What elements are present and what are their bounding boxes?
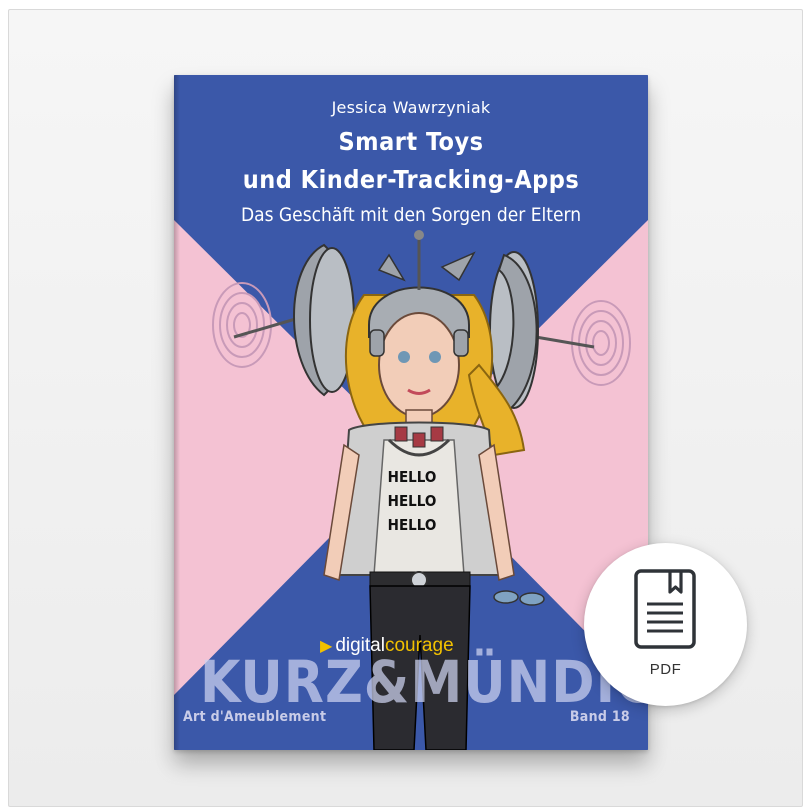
shirt-text: HELLO HELLO HELLO [364,465,460,537]
volume-number: Band 18 [569,709,630,725]
book-title-line2: und Kinder-Tracking-Apps [242,165,580,194]
book-title-line1: Smart Toys [338,127,484,156]
book-cover[interactable]: Jessica Wawrzyniak Smart Toys und Kinder… [174,75,648,750]
series-subtitle: Art d'Ameublement [183,709,327,725]
pdf-badge-label: PDF [649,661,682,678]
book-author: Jessica Wawrzyniak [331,98,491,117]
shirt-line: HELLO [387,468,437,486]
book-subtitle: Das Geschäft mit den Sorgen der Eltern [240,204,582,226]
shirt-line: HELLO [387,492,437,510]
shirt-line: HELLO [387,516,437,534]
pdf-document-icon [634,569,696,649]
series-title: KURZ&MÜNDIG [200,648,648,716]
pdf-format-badge[interactable]: PDF [584,543,747,706]
